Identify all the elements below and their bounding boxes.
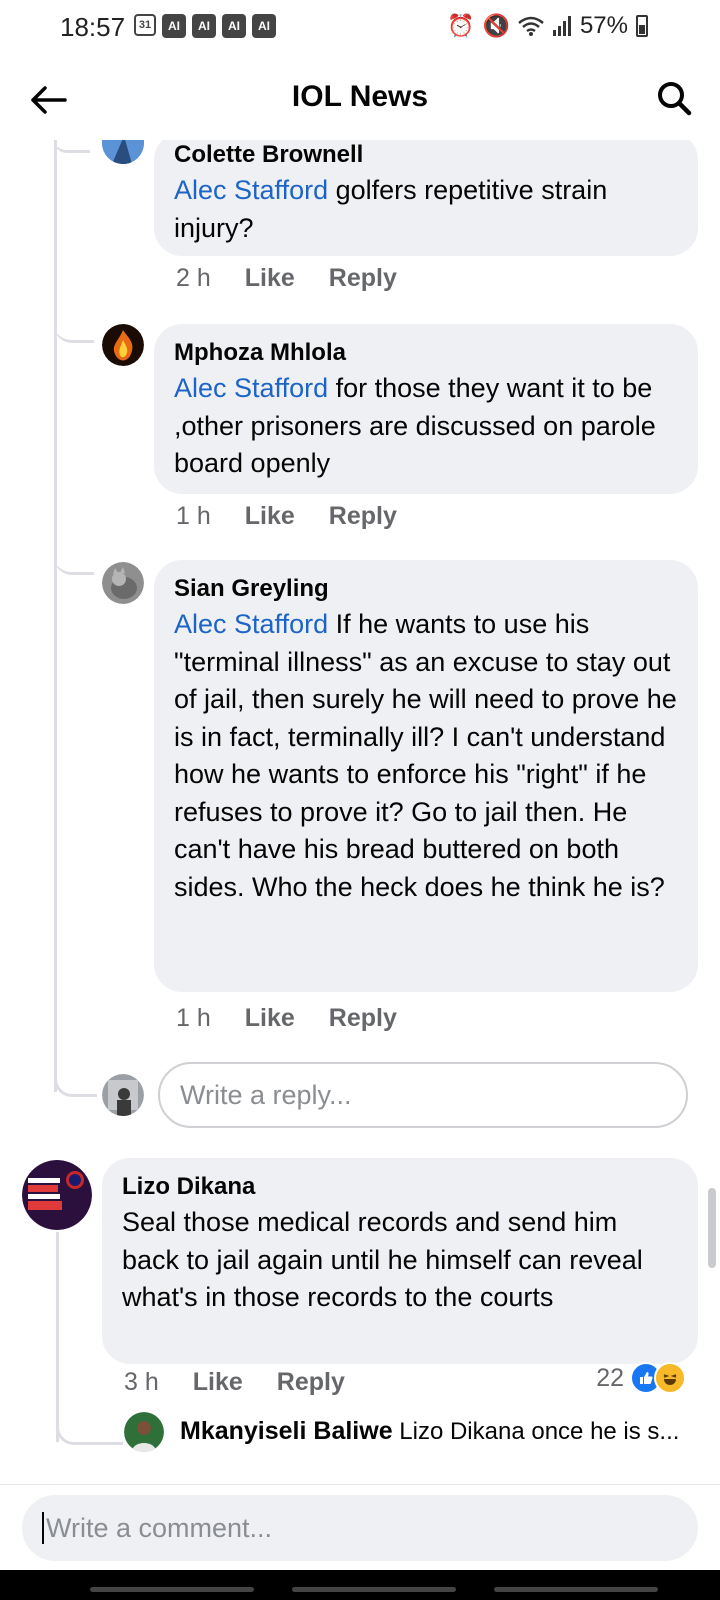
nav-recents-button[interactable] bbox=[90, 1587, 254, 1592]
search-icon bbox=[658, 82, 692, 116]
comment-input-placeholder: Write a comment... bbox=[46, 1512, 273, 1543]
status-system-icons: ⏰ 🔇 57% bbox=[447, 12, 648, 40]
comment-actions: 2 h Like Reply bbox=[176, 264, 397, 293]
reply-input-placeholder: Write a reply... bbox=[180, 1079, 352, 1110]
status-time: 18:57 bbox=[60, 12, 126, 42]
mention-link[interactable]: Alec Stafford bbox=[174, 175, 328, 205]
comment-actions: 1 h Like Reply bbox=[176, 502, 397, 531]
comment-time[interactable]: 2 h bbox=[176, 264, 211, 293]
avatar[interactable] bbox=[102, 562, 144, 604]
haha-reaction-icon bbox=[654, 1362, 686, 1394]
wifi-icon bbox=[518, 16, 544, 36]
collapsed-reply[interactable]: Mkanyiseli Baliwe Lizo Dikana once he is… bbox=[180, 1416, 700, 1447]
thread-connector bbox=[54, 1072, 97, 1097]
battery-percent: 57% bbox=[579, 12, 628, 39]
reply-button[interactable]: Reply bbox=[277, 1368, 345, 1397]
comment-author[interactable]: Sian Greyling bbox=[174, 574, 678, 604]
battery-icon bbox=[636, 15, 648, 37]
comment-actions: 3 h Like Reply bbox=[124, 1368, 345, 1397]
nav-home-button[interactable] bbox=[292, 1587, 456, 1592]
comment-time[interactable]: 3 h bbox=[124, 1368, 159, 1397]
ai-badge-icon: AI bbox=[222, 14, 246, 38]
mention-link[interactable]: Alec Stafford bbox=[174, 373, 328, 403]
comment-author[interactable]: Mphoza Mhlola bbox=[174, 338, 678, 368]
comment-preview: Lizo Dikana once he is s... bbox=[399, 1418, 680, 1445]
status-notification-icons: 31 AI AI AI AI bbox=[134, 14, 276, 38]
avatar[interactable] bbox=[124, 1412, 164, 1452]
ai-badge-icon: AI bbox=[192, 14, 216, 38]
mute-icon: 🔇 bbox=[482, 13, 510, 38]
thread-connector bbox=[56, 1420, 123, 1445]
current-user-avatar bbox=[102, 1074, 144, 1116]
comment-text: Alec Stafford If he wants to use his "te… bbox=[174, 609, 677, 902]
scrollbar[interactable] bbox=[708, 1188, 716, 1268]
comment-bubble[interactable]: Colette Brownell Alec Stafford golfers r… bbox=[154, 140, 698, 256]
avatar[interactable] bbox=[102, 324, 144, 366]
like-button[interactable]: Like bbox=[193, 1368, 243, 1397]
comment-bubble[interactable]: Lizo Dikana Seal those medical records a… bbox=[102, 1158, 698, 1364]
avatar[interactable] bbox=[22, 1160, 92, 1230]
thread-connector bbox=[56, 1232, 59, 1442]
thread-connector bbox=[54, 140, 57, 1092]
avatar[interactable] bbox=[102, 140, 144, 164]
comment-composer: Write a comment... bbox=[0, 1484, 720, 1571]
reply-button[interactable]: Reply bbox=[329, 264, 397, 293]
comment-bubble[interactable]: Mphoza Mhlola Alec Stafford for those th… bbox=[154, 324, 698, 494]
comment-bubble[interactable]: Sian Greyling Alec Stafford If he wants … bbox=[154, 560, 698, 992]
reply-button[interactable]: Reply bbox=[329, 502, 397, 531]
like-button[interactable]: Like bbox=[245, 502, 295, 531]
comment-text: Alec Stafford for those they want it to … bbox=[174, 373, 656, 478]
like-button[interactable]: Like bbox=[245, 264, 295, 293]
thread-connector bbox=[54, 552, 94, 575]
reaction-summary[interactable]: 22 bbox=[596, 1362, 686, 1394]
page-title: IOL News bbox=[291, 80, 429, 113]
search-button[interactable] bbox=[652, 76, 696, 120]
comment-actions: 1 h Like Reply bbox=[176, 1004, 397, 1033]
thread-connector bbox=[54, 320, 94, 343]
app-header: IOL News bbox=[0, 60, 720, 140]
system-nav-bar bbox=[0, 1570, 720, 1600]
nav-back-button[interactable] bbox=[494, 1587, 658, 1592]
reply-button[interactable]: Reply bbox=[329, 1004, 397, 1033]
reaction-count: 22 bbox=[596, 1363, 624, 1392]
mention-link[interactable]: Alec Stafford bbox=[174, 609, 328, 639]
alarm-icon: ⏰ bbox=[447, 13, 475, 38]
comment-author[interactable]: Colette Brownell bbox=[174, 140, 678, 170]
like-button[interactable]: Like bbox=[245, 1004, 295, 1033]
text-caret bbox=[42, 1512, 44, 1544]
comment-time[interactable]: 1 h bbox=[176, 1004, 211, 1033]
thread-connector bbox=[54, 140, 90, 153]
comment-input[interactable]: Write a comment... bbox=[22, 1495, 698, 1561]
signal-icon bbox=[552, 16, 571, 36]
comment-time[interactable]: 1 h bbox=[176, 502, 211, 531]
calendar-icon: 31 bbox=[134, 14, 156, 36]
reply-input[interactable]: Write a reply... bbox=[158, 1062, 688, 1128]
comment-author[interactable]: Lizo Dikana bbox=[122, 1172, 678, 1202]
comment-author[interactable]: Mkanyiseli Baliwe bbox=[180, 1417, 393, 1445]
comment-text: Seal those medical records and send him … bbox=[122, 1207, 643, 1312]
ai-badge-icon: AI bbox=[162, 14, 186, 38]
comment-thread[interactable]: Colette Brownell Alec Stafford golfers r… bbox=[0, 140, 720, 1480]
ai-badge-icon: AI bbox=[252, 14, 276, 38]
comment-text: Alec Stafford golfers repetitive strain … bbox=[174, 175, 608, 243]
status-bar: 18:57 31 AI AI AI AI ⏰ 🔇 57% bbox=[0, 0, 720, 56]
